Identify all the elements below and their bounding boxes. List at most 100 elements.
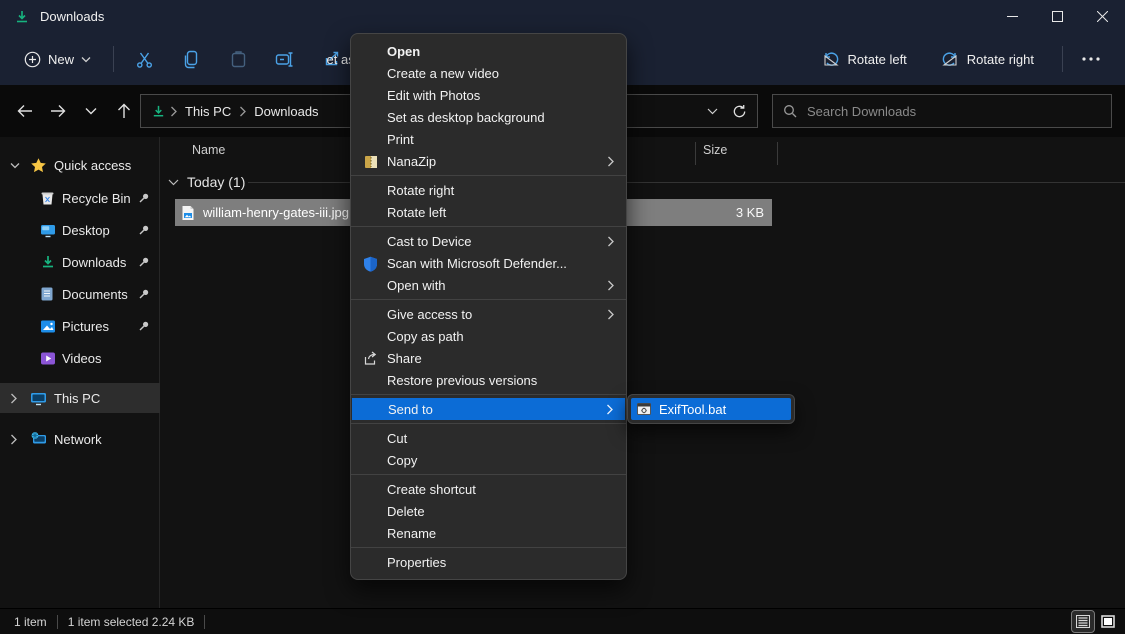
recent-locations-button[interactable] [74, 94, 107, 128]
sidebar-item-this-pc[interactable]: This PC [0, 383, 160, 413]
downloads-folder-icon [14, 9, 30, 25]
menu-item-nanazip[interactable]: NanaZip [351, 150, 626, 172]
rotate-right-label: Rotate right [967, 52, 1034, 67]
sidebar-item-documents[interactable]: Documents [0, 279, 160, 309]
address-dropdown-icon[interactable] [707, 108, 718, 115]
network-icon [30, 431, 48, 447]
menu-separator [351, 226, 626, 227]
menu-item-rotate-left[interactable]: Rotate left [351, 201, 626, 223]
column-divider[interactable] [777, 142, 778, 165]
item-count: 1 item [14, 615, 47, 629]
chevron-right-icon[interactable] [10, 434, 22, 445]
breadcrumb-this-pc[interactable]: This PC [181, 104, 235, 119]
menu-item-cut[interactable]: Cut [351, 427, 626, 449]
downloads-folder-icon [151, 104, 166, 119]
menu-item-cast-to-device[interactable]: Cast to Device [351, 230, 626, 252]
large-icons-view-button[interactable] [1097, 611, 1119, 632]
menu-separator [351, 547, 626, 548]
close-button[interactable] [1080, 0, 1125, 33]
breadcrumb-downloads[interactable]: Downloads [250, 104, 322, 119]
menu-item-properties[interactable]: Properties [351, 551, 626, 573]
downloads-label: Downloads [62, 255, 126, 270]
menu-item-give-access-to[interactable]: Give access to [351, 303, 626, 325]
rotate-left-icon [822, 50, 840, 68]
forward-button[interactable] [41, 94, 74, 128]
defender-shield-icon [362, 255, 379, 272]
group-header-today[interactable]: Today (1) [168, 174, 245, 190]
menu-item-rotate-right[interactable]: Rotate right [351, 179, 626, 201]
window-title: Downloads [40, 9, 104, 24]
search-box[interactable] [772, 94, 1112, 128]
chevron-down-icon [168, 179, 179, 186]
details-view-button[interactable] [1072, 611, 1094, 632]
menu-item-print[interactable]: Print [351, 128, 626, 150]
new-button[interactable]: New [14, 44, 101, 75]
rotate-left-label: Rotate left [848, 52, 907, 67]
menu-item-create-shortcut[interactable]: Create shortcut [351, 478, 626, 500]
sidebar-item-recycle-bin[interactable]: Recycle Bin [0, 183, 160, 213]
chevron-right-icon[interactable] [10, 393, 22, 404]
downloads-icon [40, 254, 58, 270]
menu-item-edit-with-photos[interactable]: Edit with Photos [351, 84, 626, 106]
this-pc-label: This PC [54, 391, 100, 406]
rotate-left-button[interactable]: Rotate left [812, 43, 917, 75]
documents-label: Documents [62, 287, 128, 302]
column-divider[interactable] [695, 142, 696, 165]
menu-item-restore-previous-versions[interactable]: Restore previous versions [351, 369, 626, 391]
toolbar-divider [113, 46, 114, 72]
submenu-item-exiftool-bat[interactable]: ExifTool.bat [631, 398, 791, 420]
menu-item-open[interactable]: Open [351, 40, 626, 62]
search-input[interactable] [807, 104, 1101, 119]
column-header-name[interactable]: Name [192, 143, 225, 157]
maximize-button[interactable] [1035, 0, 1080, 33]
pictures-label: Pictures [62, 319, 109, 334]
sidebar-item-desktop[interactable]: Desktop [0, 215, 160, 245]
videos-label: Videos [62, 351, 102, 366]
cut-button[interactable] [124, 41, 164, 77]
menu-item-copy[interactable]: Copy [351, 449, 626, 471]
menu-item-create-a-new-video[interactable]: Create a new video [351, 62, 626, 84]
sidebar-item-videos[interactable]: Videos [0, 343, 160, 373]
search-icon [783, 104, 797, 118]
pictures-icon [40, 319, 58, 334]
menu-item-send-to[interactable]: Send to [352, 398, 625, 420]
recycle-bin-icon [40, 190, 58, 206]
submenu-arrow-icon [607, 309, 614, 320]
pin-icon [138, 192, 150, 204]
sidebar-item-downloads[interactable]: Downloads [0, 247, 160, 277]
sidebar-item-quick-access[interactable]: Quick access [0, 150, 160, 180]
file-explorer-window: Downloads New [0, 0, 1125, 634]
sidebar-item-network[interactable]: Network [0, 424, 160, 454]
selection-summary: 1 item selected 2.24 KB [68, 615, 195, 629]
menu-separator [351, 394, 626, 395]
rename-button[interactable] [265, 41, 305, 77]
pin-icon [138, 320, 150, 332]
rotate-right-button[interactable]: Rotate right [931, 43, 1044, 75]
menu-item-open-with[interactable]: Open with [351, 274, 626, 296]
submenu-arrow-icon [606, 404, 613, 415]
chevron-down-icon[interactable] [10, 162, 22, 169]
menu-item-share[interactable]: Share [351, 347, 626, 369]
image-file-icon [181, 205, 195, 221]
submenu-arrow-icon [607, 236, 614, 247]
menu-item-rename[interactable]: Rename [351, 522, 626, 544]
menu-item-copy-as-path[interactable]: Copy as path [351, 325, 626, 347]
title-bar: Downloads [0, 0, 1125, 33]
file-list-pane: Name Size Today (1) william-henry-gates-… [160, 137, 1125, 608]
column-header-size[interactable]: Size [703, 143, 727, 157]
videos-icon [40, 351, 58, 366]
menu-item-delete[interactable]: Delete [351, 500, 626, 522]
breadcrumb-chevron-icon [235, 106, 250, 117]
menu-item-scan-with-microsoft-defender[interactable]: Scan with Microsoft Defender... [351, 252, 626, 274]
menu-item-set-as-desktop-background[interactable]: Set as desktop background [351, 106, 626, 128]
up-button[interactable] [107, 94, 140, 128]
sidebar-item-pictures[interactable]: Pictures [0, 311, 160, 341]
copy-button[interactable] [171, 41, 211, 77]
paste-button[interactable] [218, 41, 258, 77]
back-button[interactable] [8, 94, 41, 128]
refresh-icon[interactable] [732, 104, 747, 119]
batch-file-icon [637, 403, 651, 415]
minimize-button[interactable] [990, 0, 1035, 33]
cut-icon [135, 50, 154, 69]
more-options-button[interactable] [1071, 41, 1111, 77]
